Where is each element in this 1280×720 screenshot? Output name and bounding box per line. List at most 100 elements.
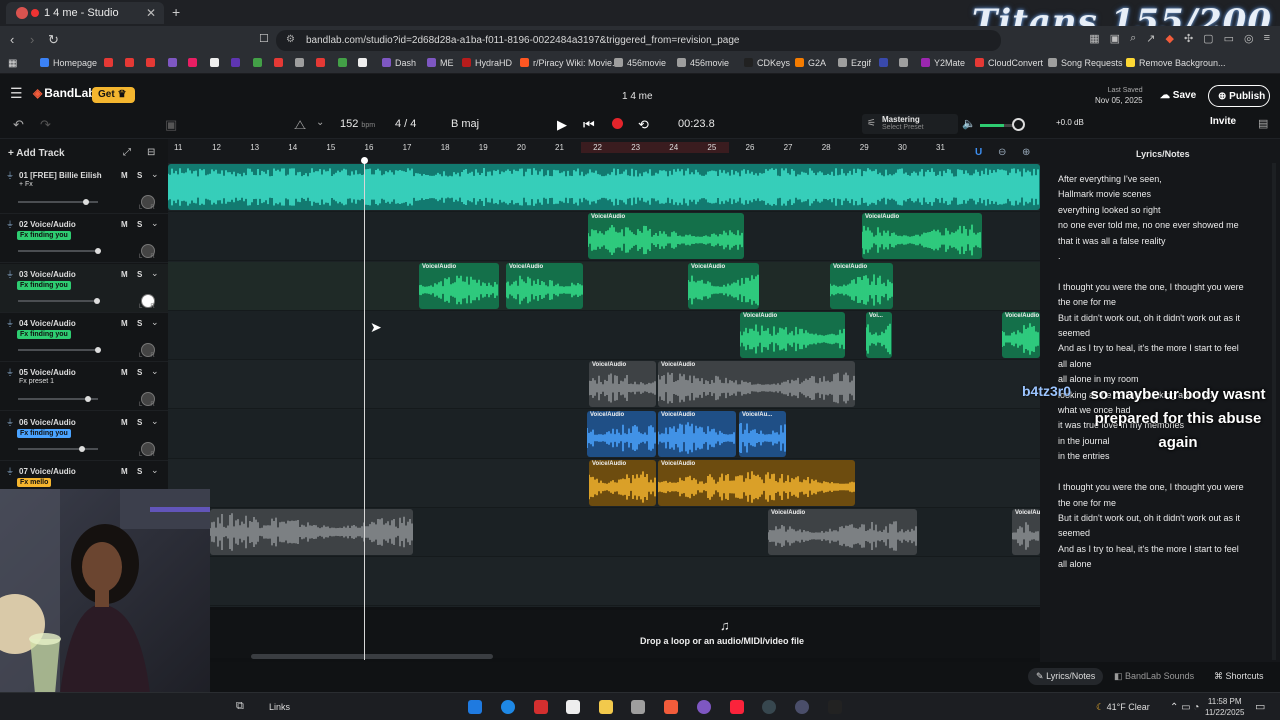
snap-icon[interactable]: U: [975, 147, 982, 158]
audio-clip[interactable]: Voice/Audio: [1012, 509, 1040, 556]
drop-zone[interactable]: [210, 610, 1040, 658]
bookmark-item[interactable]: Remove Backgroun...: [1126, 58, 1226, 68]
input-monitor-icon[interactable]: ⏚: [6, 269, 14, 280]
file-explorer-icon[interactable]: [599, 700, 613, 714]
volume-fader-knob[interactable]: [85, 396, 91, 403]
edge-icon[interactable]: [501, 700, 515, 714]
mastering-button[interactable]: ⚟ Mastering Select Preset: [862, 114, 958, 134]
audio-clip[interactable]: Voice/Audio: [688, 262, 759, 309]
bookmark-item[interactable]: 456movie: [677, 58, 729, 68]
tempo-field[interactable]: 152 bpm: [340, 118, 375, 130]
redo-icon[interactable]: ↷: [40, 117, 51, 133]
solo-button[interactable]: S: [137, 467, 142, 476]
mute-button[interactable]: M: [121, 467, 128, 476]
bookmark-item[interactable]: ME: [427, 58, 454, 68]
track-lane[interactable]: [168, 261, 1040, 311]
audio-clip[interactable]: Voice/Audio: [658, 410, 736, 457]
track-name[interactable]: 07 Voice/Audio: [19, 467, 104, 476]
solo-button[interactable]: S: [137, 220, 142, 229]
undo-icon[interactable]: ↶: [13, 117, 24, 133]
system-clock[interactable]: 11:58 PM 11/22/2025: [1205, 696, 1244, 718]
bookmark-item[interactable]: Homepage: [40, 58, 97, 68]
audio-clip[interactable]: Voice/Audio: [587, 410, 656, 457]
input-monitor-icon[interactable]: ⏚: [6, 417, 14, 428]
input-monitor-icon[interactable]: ⏚: [6, 367, 14, 378]
bookmark-item[interactable]: Y2Mate: [921, 58, 965, 68]
bookmark-item[interactable]: [231, 58, 244, 68]
weather-widget[interactable]: ☾ 41°F Clear: [1096, 702, 1150, 713]
mixer-icon[interactable]: ▣: [165, 117, 177, 133]
fx-chain-tag[interactable]: Fx finding you: [17, 428, 71, 438]
track-header[interactable]: ⏚ 01 [FREE] Billie Eilish P... MS ⌄ LR + Fx: [0, 165, 168, 214]
audio-clip[interactable]: Voice/Audio: [589, 459, 656, 506]
tray-icons[interactable]: ⌃ ▭ ◔: [1170, 702, 1199, 713]
audio-clip[interactable]: Voice/Audio: [1002, 311, 1040, 358]
track-options-icon[interactable]: ⊟: [147, 147, 155, 158]
track-header[interactable]: ⏚ 06 Voice/Audio M S ⌄ LR Fx finding you: [0, 412, 168, 461]
mute-button[interactable]: M: [121, 270, 128, 279]
extension-icon[interactable]: ▣: [1110, 32, 1120, 45]
key-field[interactable]: B maj: [451, 118, 479, 130]
fx-chain-tag[interactable]: Fx mello: [17, 477, 52, 487]
audio-clip[interactable]: Voice/Audio: [768, 509, 917, 556]
play-icon[interactable]: ▶: [557, 117, 567, 133]
bookmark-item[interactable]: r/Piracy Wiki: Movie...: [520, 58, 620, 68]
speaker-icon[interactable]: 🔈: [962, 117, 976, 130]
fx-chain-tag[interactable]: Fx finding you: [17, 329, 71, 339]
mute-button[interactable]: M: [121, 319, 128, 328]
input-monitor-icon[interactable]: ⏚: [6, 219, 14, 230]
vpn-icon[interactable]: ◎: [1244, 32, 1254, 45]
volume-fader[interactable]: [18, 250, 98, 253]
track-header[interactable]: ⏚ 04 Voice/Audio M S ⌄ LR Fx finding you: [0, 313, 168, 362]
automation-icon[interactable]: ⤢: [123, 147, 131, 158]
lyrics-scrollbar[interactable]: [1272, 163, 1276, 660]
lyrics-text[interactable]: After everything I've seen, Hallmark movi…: [1058, 172, 1248, 573]
voicemeeter-icon[interactable]: [534, 700, 548, 714]
links-toolbar[interactable]: Links: [269, 702, 290, 712]
input-monitor-icon[interactable]: ⏚: [6, 466, 14, 477]
bookmark-item[interactable]: [125, 58, 138, 68]
playhead-handle[interactable]: [361, 157, 368, 164]
bookmark-item[interactable]: [253, 58, 266, 68]
site-info-icon[interactable]: ⚙: [286, 34, 295, 45]
track-header[interactable]: ⏚ 02 Voice/Audio M S ⌄ LR Fx finding you: [0, 214, 168, 264]
back-icon[interactable]: ‹: [10, 32, 14, 47]
fx-chain-tag[interactable]: Fx preset 1: [19, 378, 54, 385]
mute-button[interactable]: M: [121, 418, 128, 427]
volume-fader-knob[interactable]: [79, 445, 86, 452]
audio-clip[interactable]: Voice/Audio: [740, 311, 845, 358]
discord-icon[interactable]: [697, 700, 711, 714]
add-track-button[interactable]: + Add Track: [8, 148, 65, 159]
browser-tab[interactable]: 1 4 me - Studio ✕: [6, 2, 164, 24]
mute-button[interactable]: M: [121, 220, 128, 229]
get-membership-button[interactable]: Get ♛: [92, 87, 135, 103]
volume-fader-knob[interactable]: [93, 297, 100, 304]
bookmark-item[interactable]: [316, 58, 329, 68]
fx-chain-tag[interactable]: Fx finding you: [17, 280, 71, 290]
volume-fader-knob[interactable]: [82, 199, 89, 205]
project-name[interactable]: 1 4 me: [622, 91, 653, 102]
audio-clip[interactable]: [168, 164, 1040, 210]
audio-clip[interactable]: [210, 509, 413, 556]
invite-button[interactable]: Invite: [1210, 116, 1236, 127]
volume-fader-knob[interactable]: [95, 346, 101, 353]
bandlab-sounds-button[interactable]: ◧ BandLab Sounds: [1114, 671, 1194, 682]
fx-chain-tag[interactable]: Fx finding you: [17, 231, 71, 241]
input-monitor-icon[interactable]: ⏚: [6, 318, 14, 329]
master-volume-knob[interactable]: [1012, 118, 1025, 131]
reload-icon[interactable]: ↻: [48, 32, 59, 48]
metronome-icon[interactable]: ⧍: [294, 117, 306, 133]
chevron-down-icon[interactable]: ⌄: [151, 169, 159, 180]
track-lane[interactable]: [168, 310, 1040, 360]
bookmark-item[interactable]: CDKeys: [744, 58, 790, 68]
track-header[interactable]: ⏚ 03 Voice/Audio M S ⌄ LR Fx finding you: [0, 263, 168, 313]
bandlab-logo[interactable]: ◈ BandLab: [33, 86, 96, 100]
bookmark-item[interactable]: [188, 58, 201, 68]
zoom-out-icon[interactable]: ⊖: [998, 147, 1006, 158]
chevron-down-icon[interactable]: ⌄: [151, 416, 159, 427]
zoom-icon[interactable]: ⌕: [1130, 32, 1136, 45]
zoom-in-icon[interactable]: ⊕: [1022, 147, 1030, 158]
sidebar-icon[interactable]: ▢: [1203, 32, 1213, 45]
brave-icon[interactable]: [664, 700, 678, 714]
bookmark-item[interactable]: CloudConvert: [975, 58, 1043, 68]
